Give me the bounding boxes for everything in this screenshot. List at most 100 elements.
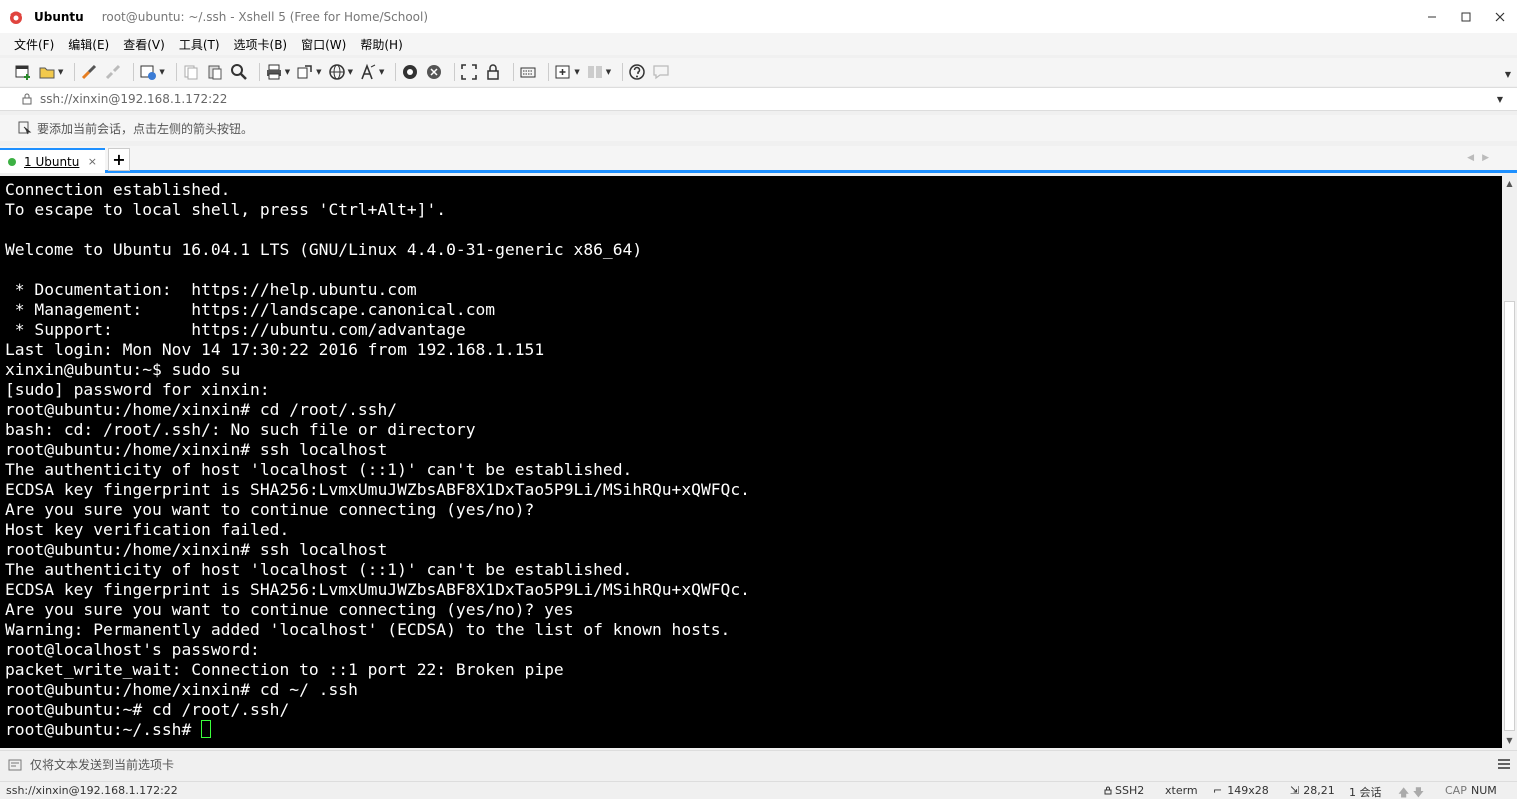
tab-ubuntu[interactable]: 1 Ubuntu × xyxy=(0,148,105,173)
search-icon xyxy=(230,64,247,80)
chevron-down-icon: ▼ xyxy=(159,68,165,76)
terminal-output[interactable]: Connection established. To escape to loca… xyxy=(0,176,1502,748)
close-button[interactable] xyxy=(1483,0,1517,33)
help-button[interactable] xyxy=(628,61,646,83)
chevron-down-icon: ▼ xyxy=(378,68,385,76)
toolbar-separator xyxy=(258,63,260,81)
chevron-down-icon: ▼ xyxy=(605,68,612,76)
toolbar-overflow-chevron-icon[interactable]: ▼ xyxy=(1505,70,1511,79)
scroll-down-icon[interactable]: ▼ xyxy=(1502,733,1517,748)
new-session-icon xyxy=(15,65,30,80)
hamburger-menu-icon[interactable] xyxy=(1497,757,1511,771)
session-nav-arrows-icon[interactable]: 🡅 🡇 xyxy=(1398,784,1424,799)
toolbar: ▼ ▼ ▼ ▼ ▼ ▼ ▼ ▼ ▼ xyxy=(0,58,1517,86)
chat-button[interactable] xyxy=(652,61,670,83)
menu-file[interactable]: 文件(F) xyxy=(14,36,54,53)
title-bar: Ubuntu root@ubuntu: ~/.ssh - Xshell 5 (F… xyxy=(0,0,1517,33)
terminal-line: root@ubuntu:/home/xinxin# cd ~/ .ssh xyxy=(5,680,358,699)
copy-button[interactable] xyxy=(182,61,200,83)
tab-scroll-arrows-icon[interactable]: ◀▶ xyxy=(1467,153,1497,163)
lock-icon xyxy=(22,93,32,105)
fullscreen-button[interactable] xyxy=(460,61,478,83)
tab-label: 1 Ubuntu xyxy=(24,154,80,169)
find-button[interactable] xyxy=(230,61,248,83)
layout-button[interactable]: ▼ xyxy=(586,61,611,83)
paste-button[interactable] xyxy=(206,61,224,83)
menu-tabs[interactable]: 选项卡(B) xyxy=(234,36,288,53)
lock-icon xyxy=(487,64,500,80)
open-session-button[interactable]: ▼ xyxy=(38,61,63,83)
paste-icon xyxy=(208,65,222,80)
menu-view[interactable]: 查看(V) xyxy=(123,36,165,53)
maximize-button[interactable] xyxy=(1449,0,1483,33)
scroll-up-icon[interactable]: ▲ xyxy=(1502,176,1517,191)
terminal-line: ECDSA key fingerprint is SHA256:LvmxUmuJ… xyxy=(5,480,750,499)
scroll-thumb[interactable] xyxy=(1504,301,1515,731)
new-session-button[interactable] xyxy=(14,61,32,83)
transfer-button[interactable]: ▼ xyxy=(296,61,322,83)
print-button[interactable]: ▼ xyxy=(265,61,290,83)
terminal-line: root@ubuntu:~/.ssh# xyxy=(5,720,1502,740)
terminal-line: root@ubuntu:~# cd /root/.ssh/ xyxy=(5,700,290,719)
address-bar[interactable]: ssh://xinxin@192.168.1.172:22 ▼ xyxy=(0,87,1517,111)
terminal-line: ECDSA key fingerprint is SHA256:LvmxUmuJ… xyxy=(5,580,750,599)
terminal-line: root@ubuntu:/home/xinxin# ssh localhost xyxy=(5,440,388,459)
menu-help[interactable]: 帮助(H) xyxy=(360,36,402,53)
address-dropdown-chevron-icon[interactable]: ▼ xyxy=(1497,95,1503,104)
status-size: ⌐ 149x28 xyxy=(1213,784,1269,797)
disconnect-button[interactable] xyxy=(104,61,122,83)
session-hint-text: 要添加当前会话，点击左侧的箭头按钮。 xyxy=(37,121,254,136)
encoding-button[interactable]: ▼ xyxy=(328,61,353,83)
fullscreen-icon xyxy=(461,64,478,80)
add-tab-icon xyxy=(555,65,570,79)
compose-icon[interactable] xyxy=(8,759,22,771)
xftp-button[interactable] xyxy=(401,61,419,83)
toolbar-separator xyxy=(548,63,550,81)
minimize-icon xyxy=(1428,16,1436,17)
xmanager-button[interactable] xyxy=(425,61,443,83)
status-size-label: 149x28 xyxy=(1227,784,1269,797)
keyboard-button[interactable] xyxy=(519,61,537,83)
terminal-line: root@ubuntu:/home/xinxin# cd /root/.ssh/ xyxy=(5,400,398,419)
add-tab-button[interactable]: + xyxy=(108,148,130,171)
status-protocol-label: SSH2 xyxy=(1115,784,1145,797)
xshell-logo-icon xyxy=(10,11,22,24)
connect-button[interactable] xyxy=(80,61,98,83)
menu-window[interactable]: 窗口(W) xyxy=(301,36,346,53)
chevron-down-icon: ▼ xyxy=(316,68,322,76)
status-sessions: 1 会话 xyxy=(1349,786,1382,799)
address-input[interactable]: ssh://xinxin@192.168.1.172:22 xyxy=(40,92,227,106)
reconnect-button[interactable]: ▼ xyxy=(139,61,165,83)
lock-icon xyxy=(1104,786,1112,795)
keyboard-icon xyxy=(520,67,536,78)
terminal-line: Are you sure you want to continue connec… xyxy=(5,600,574,619)
terminal-line: Warning: Permanently added 'localhost' (… xyxy=(5,620,731,639)
compose-bar[interactable]: 仅将文本发送到当前选项卡 xyxy=(0,750,1517,778)
chevron-down-icon: ▼ xyxy=(58,68,64,76)
connection-status-icon xyxy=(8,157,16,166)
xmanager-icon xyxy=(427,65,442,79)
menu-edit[interactable]: 编辑(E) xyxy=(68,36,109,53)
session-hint-bar: 要添加当前会话，点击左侧的箭头按钮。 xyxy=(0,115,1517,141)
terminal-line: Last login: Mon Nov 14 17:30:22 2016 fro… xyxy=(5,340,545,359)
add-session-arrow-icon[interactable] xyxy=(18,121,32,135)
font-button[interactable]: ▼ xyxy=(359,61,384,83)
font-icon xyxy=(361,63,376,80)
terminal-line: xinxin@ubuntu:~$ sudo su xyxy=(5,360,241,379)
terminal-line: * Support: https://ubuntu.com/advantage xyxy=(5,320,466,339)
lock-button[interactable] xyxy=(484,61,502,83)
tab-close-icon[interactable]: × xyxy=(88,155,97,168)
terminal-line: To escape to local shell, press 'Ctrl+Al… xyxy=(5,200,447,219)
menu-tools[interactable]: 工具(T) xyxy=(179,36,220,53)
new-tab-button[interactable]: ▼ xyxy=(554,61,580,83)
minimize-button[interactable] xyxy=(1415,0,1449,33)
terminal-scrollbar[interactable]: ▲ ▼ xyxy=(1502,176,1517,748)
toolbar-separator xyxy=(175,63,177,81)
terminal-line: Are you sure you want to continue connec… xyxy=(5,500,535,519)
help-icon xyxy=(629,64,645,80)
status-num: NUM xyxy=(1471,784,1497,797)
terminal-line: Connection established. xyxy=(5,180,231,199)
terminal-line: The authenticity of host 'localhost (::1… xyxy=(5,560,633,579)
